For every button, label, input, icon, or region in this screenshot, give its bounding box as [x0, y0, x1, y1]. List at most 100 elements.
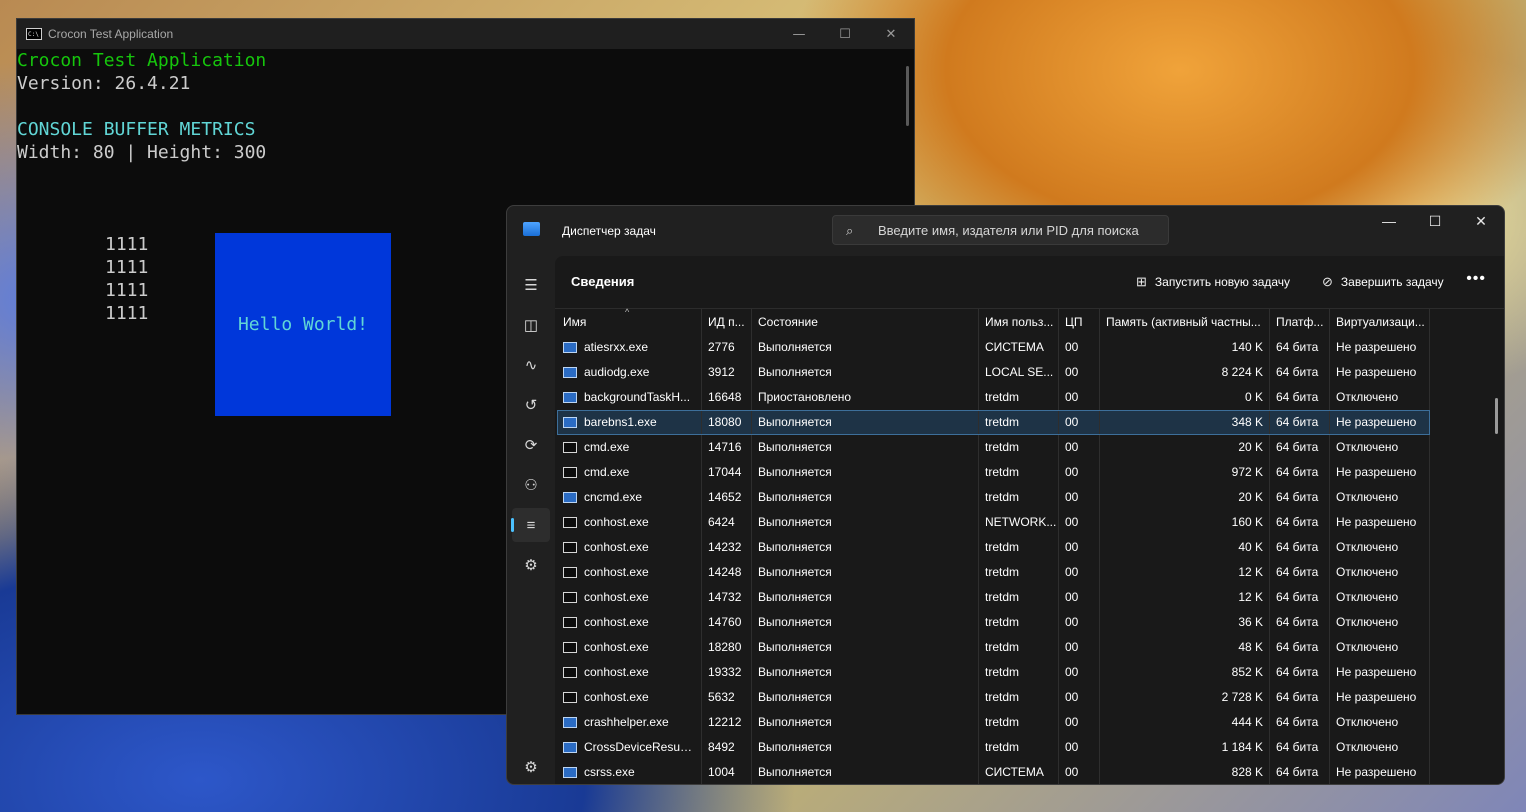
column-header-virtualization[interactable]: Виртуализаци... [1330, 309, 1430, 335]
table-row[interactable]: backgroundTaskH... 16648 Приостановлено tre… [557, 385, 1430, 410]
column-header-user[interactable]: Имя польз... [979, 309, 1059, 335]
pid-cell: 2776 [702, 335, 752, 360]
sort-ascending-icon: ^ [625, 307, 630, 317]
processes-icon[interactable]: ◫ [512, 308, 550, 342]
table-row[interactable]: conhost.exe 5632 Выполняется tretdm 00 2 728 … [557, 685, 1430, 710]
console-bits-line: 1111 [105, 280, 149, 301]
platform-cell: 64 бита [1270, 610, 1330, 635]
process-name: cmd.exe [584, 440, 630, 454]
pid-cell: 3912 [702, 360, 752, 385]
column-header-pid[interactable]: ИД п... [702, 309, 752, 335]
virtualization-cell: Не разрешено [1330, 410, 1430, 435]
application-icon [563, 742, 577, 753]
table-row[interactable]: conhost.exe 14732 Выполняется tretdm 00 12 K6… [557, 585, 1430, 610]
details-icon[interactable]: ≡ [511, 508, 550, 542]
user-cell: tretdm [979, 660, 1059, 685]
maximize-button[interactable]: ☐ [1412, 206, 1458, 236]
table-row[interactable]: barebns1.exe 18080 Выполняется tretdm 00 348 … [557, 410, 1430, 435]
table-row[interactable]: atiesrxx.exe 2776 Выполняется СИСТЕМА 00 140 … [557, 335, 1430, 360]
cpu-cell: 00 [1059, 385, 1100, 410]
memory-cell: 828 K [1100, 760, 1270, 784]
column-header-cpu[interactable]: ЦП [1059, 309, 1100, 335]
console-scrollbar[interactable] [906, 66, 909, 126]
table-row[interactable]: crashhelper.exe 12212 Выполняется tretdm 00 4… [557, 710, 1430, 735]
cpu-cell: 00 [1059, 735, 1100, 760]
process-name-cell: conhost.exe [557, 685, 702, 710]
table-row[interactable]: conhost.exe 14232 Выполняется tretdm 00 40 K6… [557, 535, 1430, 560]
process-name: backgroundTaskH... [584, 390, 691, 404]
table-row[interactable]: audiodg.exe 3912 Выполняется LOCAL SE... 00 8… [557, 360, 1430, 385]
cpu-cell: 00 [1059, 360, 1100, 385]
startup-icon[interactable]: ⟳ [512, 428, 550, 462]
console-version: Version: 26.4.21 [17, 73, 191, 94]
platform-cell: 64 бита [1270, 660, 1330, 685]
table-scrollbar[interactable] [1495, 398, 1498, 434]
cpu-cell: 00 [1059, 660, 1100, 685]
history-icon[interactable]: ↺ [512, 388, 550, 422]
table-row[interactable]: conhost.exe 14760 Выполняется tretdm 00 36 K6… [557, 610, 1430, 635]
tm-nav-sidebar: ☰ ◫ ∿ ↺ ⟳ ⚇ ≡ ⚙ ⚙ [507, 256, 555, 784]
table-row[interactable]: conhost.exe 18280 Выполняется tretdm 00 48 K6… [557, 635, 1430, 660]
virtualization-cell: Не разрешено [1330, 685, 1430, 710]
pid-cell: 18080 [702, 410, 752, 435]
search-icon: ⌕ [846, 223, 854, 238]
tm-window-controls: — ☐ ✕ [1366, 206, 1504, 236]
settings-icon[interactable]: ⚙ [512, 750, 550, 784]
memory-cell: 2 728 K [1100, 685, 1270, 710]
user-cell: NETWORK... [979, 510, 1059, 535]
state-cell: Выполняется [752, 535, 979, 560]
minimize-button[interactable]: — [776, 19, 822, 49]
close-button[interactable]: ✕ [868, 19, 914, 49]
memory-cell: 20 K [1100, 435, 1270, 460]
run-new-task-label: Запустить новую задачу [1154, 275, 1291, 289]
pid-cell: 18280 [702, 635, 752, 660]
console-titlebar[interactable]: C:\ Crocon Test Application — ☐ ✕ [17, 19, 914, 49]
tm-titlebar[interactable]: Диспетчер задач ⌕ Введите имя, издателя … [507, 206, 1504, 256]
process-name: conhost.exe [584, 590, 649, 604]
task-manager-window[interactable]: Диспетчер задач ⌕ Введите имя, издателя … [506, 205, 1505, 785]
cpu-cell: 00 [1059, 410, 1100, 435]
platform-cell: 64 бита [1270, 560, 1330, 585]
table-row[interactable]: conhost.exe 6424 Выполняется NETWORK... 00 16… [557, 510, 1430, 535]
platform-cell: 64 бита [1270, 735, 1330, 760]
column-header-memory[interactable]: Память (активный частны... [1100, 309, 1270, 335]
new-task-icon: ⊞ [1136, 274, 1147, 289]
state-cell: Выполняется [752, 435, 979, 460]
table-row[interactable]: conhost.exe 14248 Выполняется tretdm 00 12 K6… [557, 560, 1430, 585]
cpu-cell: 00 [1059, 585, 1100, 610]
console-app-icon [563, 442, 577, 453]
console-app-icon [563, 542, 577, 553]
memory-cell: 0 K [1100, 385, 1270, 410]
platform-cell: 64 бита [1270, 435, 1330, 460]
application-icon [563, 342, 577, 353]
more-options-button[interactable]: ••• [1466, 270, 1486, 288]
table-row[interactable]: csrss.exe 1004 Выполняется СИСТЕМА 00 828 K 64… [557, 760, 1430, 784]
platform-cell: 64 бита [1270, 335, 1330, 360]
column-header-platform[interactable]: Платф... [1270, 309, 1330, 335]
column-header-name[interactable]: Имя [557, 309, 702, 335]
table-row[interactable]: cmd.exe 17044 Выполняется tretdm 00 972 K 64 б… [557, 460, 1430, 485]
process-name-cell: conhost.exe [557, 535, 702, 560]
hamburger-icon[interactable]: ☰ [512, 268, 550, 302]
end-task-button[interactable]: ⊘ Завершить задачу [1322, 274, 1444, 290]
table-row[interactable]: cmd.exe 14716 Выполняется tretdm 00 20 K 64 би… [557, 435, 1430, 460]
performance-icon[interactable]: ∿ [512, 348, 550, 382]
pid-cell: 14716 [702, 435, 752, 460]
virtualization-cell: Не разрешено [1330, 760, 1430, 784]
pid-cell: 17044 [702, 460, 752, 485]
cpu-cell: 00 [1059, 610, 1100, 635]
table-row[interactable]: conhost.exe 19332 Выполняется tretdm 00 852 K… [557, 660, 1430, 685]
column-header-state[interactable]: Состояние [752, 309, 979, 335]
cpu-cell: 00 [1059, 685, 1100, 710]
users-icon[interactable]: ⚇ [512, 468, 550, 502]
table-row[interactable]: cncmd.exe 14652 Выполняется tretdm 00 20 K 64 … [557, 485, 1430, 510]
pid-cell: 14232 [702, 535, 752, 560]
table-row[interactable]: CrossDeviceResum... 8492 Выполняется tretdm… [557, 735, 1430, 760]
close-button[interactable]: ✕ [1458, 206, 1504, 236]
minimize-button[interactable]: — [1366, 206, 1412, 236]
services-icon[interactable]: ⚙ [512, 548, 550, 582]
run-new-task-button[interactable]: ⊞ Запустить новую задачу [1136, 274, 1290, 290]
pid-cell: 5632 [702, 685, 752, 710]
maximize-button[interactable]: ☐ [822, 19, 868, 49]
search-input[interactable]: ⌕ Введите имя, издателя или PID для поис… [832, 215, 1169, 245]
